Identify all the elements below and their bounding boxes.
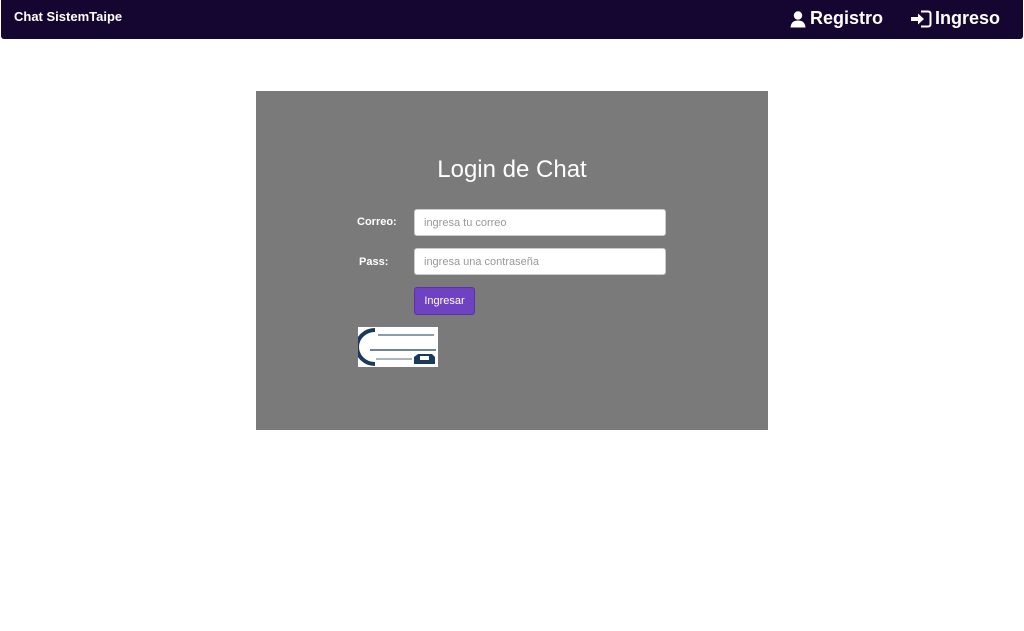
sign-in-icon [910, 10, 935, 28]
sistemtaipe-logo [355, 327, 438, 367]
login-submit-button[interactable]: Ingresar [414, 287, 475, 315]
user-icon [789, 10, 810, 28]
password-field[interactable] [414, 248, 666, 275]
brand-link[interactable]: Chat SistemTaipe [14, 9, 122, 24]
login-title: Login de Chat [437, 156, 587, 183]
nav-ingreso-label: Ingreso [935, 8, 1001, 28]
nav-registro-link[interactable]: Registro [789, 8, 883, 29]
email-label: Correo: [357, 216, 397, 228]
nav-ingreso-link[interactable]: Ingreso [910, 8, 1000, 29]
login-panel: Login de Chat Correo: Pass: Ingresar [256, 91, 768, 430]
password-label: Pass: [359, 256, 389, 268]
email-field[interactable] [414, 209, 666, 236]
top-navbar: Chat SistemTaipe Registro Ingreso [1, 0, 1023, 39]
nav-registro-label: Registro [810, 8, 884, 28]
